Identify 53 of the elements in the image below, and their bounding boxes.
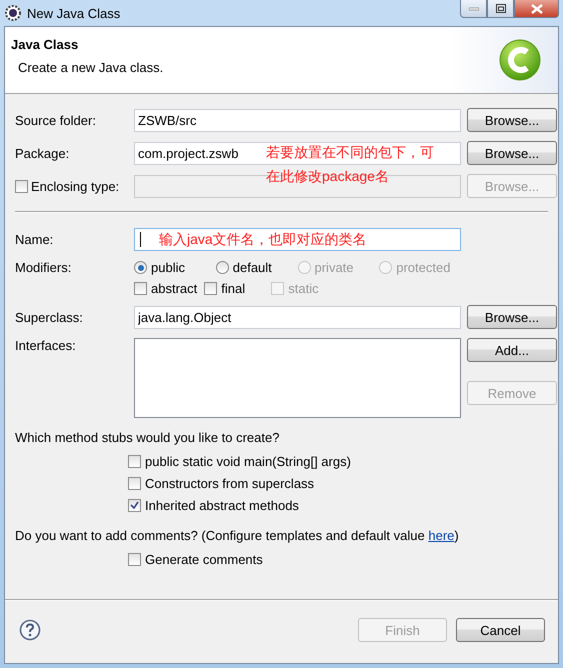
field-label: Package: [15,146,70,160]
interfaces-list[interactable] [134,338,461,418]
here-link[interactable]: here [428,528,454,543]
radio-label: public [151,260,185,275]
interface-button[interactable]: Add... [467,338,557,362]
question-text: Which method stubs would you like to create? [15,430,280,445]
radio-label: private [314,260,354,275]
annotation-text: 输入java文件名，也即对应的类名 [159,230,367,248]
maximize-button[interactable] [487,0,514,18]
field-label: Source folder: [15,112,97,128]
minimize-button[interactable] [460,0,487,18]
checkbox-label: abstract [151,281,198,296]
page-description: Create a new Java class. [17,60,164,75]
name-field[interactable]: 输入java文件名，也即对应的类名 [134,228,461,251]
browse-button[interactable]: Browse... [467,108,557,132]
checkbox-label: Constructors from superclass [145,476,314,490]
app-icon [5,5,21,21]
page-title: Java Class [11,37,80,52]
dialog-button[interactable]: Cancel [456,618,545,642]
close-icon [530,4,542,14]
checkbox[interactable] [128,476,141,490]
field-label: Interfaces: [15,338,77,353]
checkbox[interactable] [128,454,141,468]
window-title: New Java Class [27,6,120,20]
radio-button[interactable] [134,261,147,274]
close-button[interactable] [514,0,559,18]
field-label: Superclass: [15,310,84,324]
checkbox-label: public static void main(String[] args) [145,454,351,468]
radio-button[interactable] [216,261,229,274]
checkbox[interactable] [128,498,141,512]
radio-label: default [232,260,272,275]
radio-label: protected [396,260,450,275]
browse-button[interactable]: Browse... [467,305,557,329]
source-folder-field[interactable]: ZSWB/src [134,108,461,132]
maximize-icon [496,4,506,13]
class-icon [498,38,542,82]
checkbox-label: Enclosing type: [31,178,120,194]
field-label: Name: [15,232,54,247]
checkbox[interactable] [128,552,141,566]
question-text: Do you want to add comments? (Configure templates and default value here) [15,528,460,543]
superclass-field[interactable]: java.lang.Object [134,306,461,328]
help-icon[interactable] [19,619,41,641]
browse-button[interactable]: Browse... [467,141,557,165]
checkbox-label: Generate comments [145,552,263,566]
annotation-text: 在此修改package名 [266,168,390,186]
annotation-text: 若要放置在不同的包下，可 [266,144,434,162]
checkbox-label: static [288,281,319,296]
checkbox-label: Inherited abstract methods [145,498,299,512]
checkbox-label: final [221,281,246,296]
field-label: Modifiers: [15,260,72,275]
minimize-icon [468,6,478,10]
checkbox[interactable] [204,282,218,295]
checkbox[interactable] [134,282,147,295]
